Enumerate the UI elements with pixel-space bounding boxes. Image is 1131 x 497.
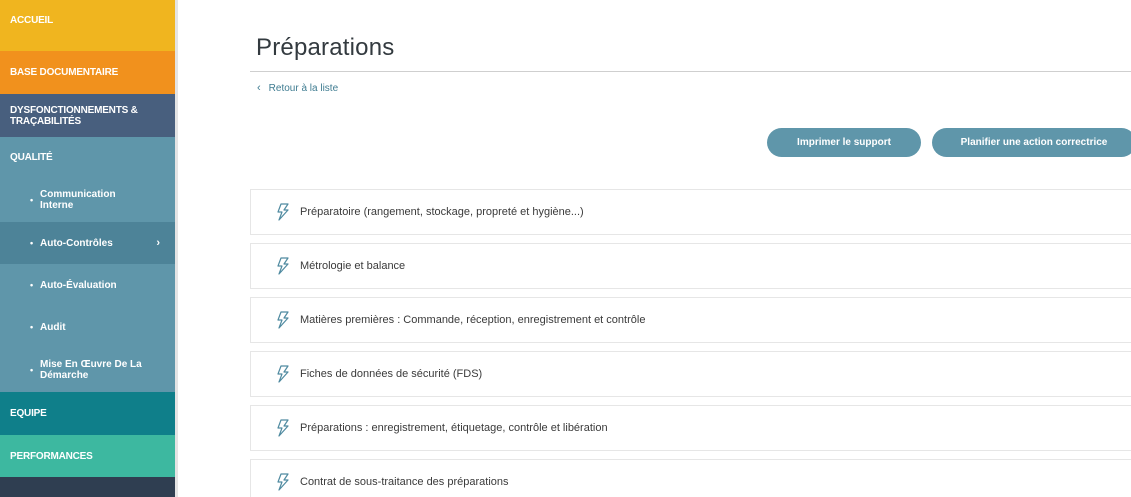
sidebar-item-label: QUALITÉ [10,152,53,163]
sidebar-item-performances[interactable]: PERFORMANCES [0,435,175,477]
list-item-label: Préparations : enregistrement, étiquetag… [300,422,608,434]
page-title: Préparations [256,34,395,61]
sidebar-item-equipe[interactable]: EQUIPE [0,392,175,435]
sidebar-footer [0,477,175,497]
list-item-label: Contrat de sous-traitance des préparatio… [300,476,509,488]
lightning-icon [277,473,289,491]
list-item-label: Fiches de données de sécurité (FDS) [300,368,483,380]
lightning-icon [277,203,289,221]
back-to-list-link[interactable]: ‹ Retour à la liste [257,82,338,94]
list-item-label: Métrologie et balance [300,260,406,272]
lightning-icon [277,365,289,383]
list-item-label: Matières premières : Commande, réception… [300,314,646,326]
lightning-icon [277,419,289,437]
lightning-icon [277,311,289,329]
sidebar-item-accueil[interactable]: ACCUEIL [0,0,175,51]
list-item-label: Préparatoire (rangement, stockage, propr… [300,206,584,218]
bullet-icon: • [30,237,34,248]
sidebar-subitem-label: Mise En Œuvre De La Démarche [40,359,142,381]
sidebar-divider [175,0,178,497]
sidebar-item-base-documentaire[interactable]: BASE DOCUMENTAIRE [0,51,175,94]
sidebar-subitem-auto-controles[interactable]: • Auto-Contrôles › [0,222,178,264]
list-item[interactable]: Préparations : enregistrement, étiquetag… [250,405,1131,451]
sidebar-subitem-mise-en-oeuvre[interactable]: • Mise En Œuvre De La Démarche [0,348,175,392]
list-item[interactable]: Matières premières : Commande, réception… [250,297,1131,343]
lightning-icon [277,257,289,275]
sidebar-subitem-label: Communication Interne [40,189,116,211]
sidebar-item-label: DYSFONCTIONNEMENTS & TRAÇABILITÉS [10,104,138,127]
list-item[interactable]: Préparatoire (rangement, stockage, propr… [250,189,1131,235]
back-link-label: Retour à la liste [268,82,339,94]
sidebar-subitem-auto-evaluation[interactable]: • Auto-Évaluation [0,264,175,306]
sidebar-item-qualite[interactable]: QUALITÉ [0,137,175,178]
bullet-icon: • [30,364,34,375]
sidebar-subitem-label: Auto-Contrôles [40,237,113,249]
chevron-right-icon: › [156,236,160,249]
list-item[interactable]: Métrologie et balance [250,243,1131,289]
chevron-left-icon: ‹ [257,82,261,94]
sidebar: ACCUEIL BASE DOCUMENTAIRE DYSFONCTIONNEM… [0,0,178,497]
sidebar-item-label: PERFORMANCES [10,450,93,462]
sidebar-item-label: EQUIPE [10,408,47,419]
sidebar-subitem-label: Audit [40,321,66,333]
list-item[interactable]: Fiches de données de sécurité (FDS) [250,351,1131,397]
sidebar-item-label: BASE DOCUMENTAIRE [10,67,119,78]
plan-corrective-action-button[interactable]: Planifier une action correctrice [932,128,1131,157]
sidebar-subitem-audit[interactable]: • Audit [0,306,175,348]
list-item[interactable]: Contrat de sous-traitance des préparatio… [250,459,1131,497]
sidebar-item-dysfonctionnements[interactable]: DYSFONCTIONNEMENTS & TRAÇABILITÉS [0,94,175,137]
sidebar-item-label: ACCUEIL [10,15,54,26]
bullet-icon: • [30,279,34,290]
title-divider [250,71,1131,72]
sidebar-subitem-communication-interne[interactable]: • Communication Interne [0,178,175,222]
bullet-icon: • [30,321,34,332]
bullet-icon: • [30,194,34,205]
sidebar-subitem-label: Auto-Évaluation [40,279,117,291]
print-support-button[interactable]: Imprimer le support [767,128,921,157]
